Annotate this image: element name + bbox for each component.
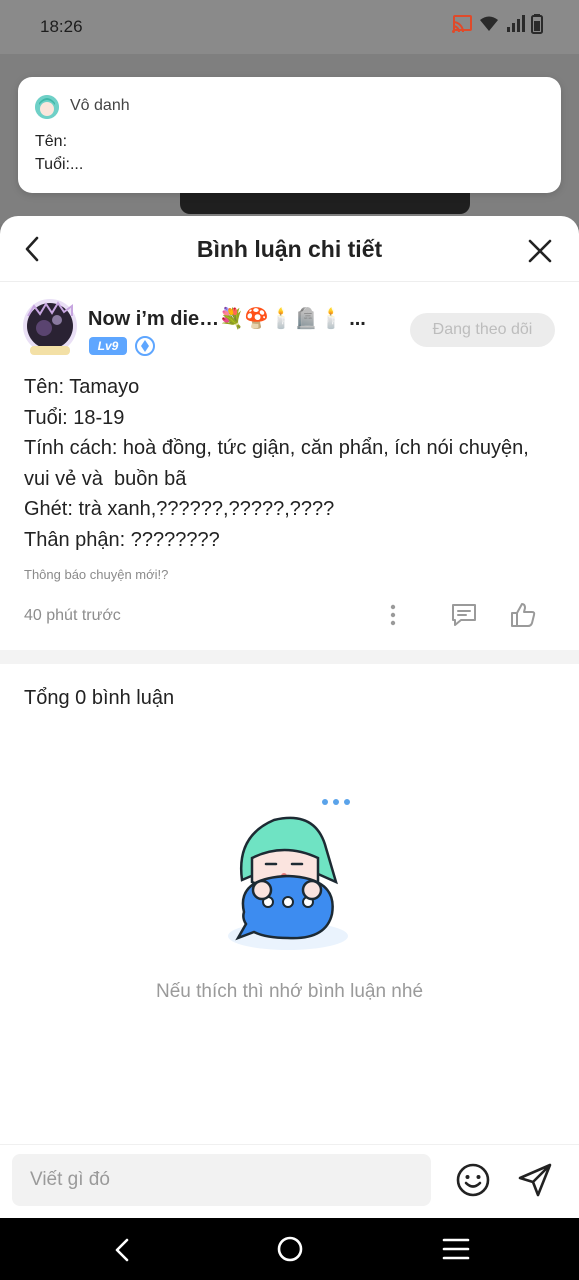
- notification-sender: Vô danh: [70, 97, 130, 114]
- author-name[interactable]: Now i’m die…💐🍄🕯️🪦🕯️ ...: [88, 306, 378, 331]
- nav-recents-button[interactable]: [441, 1236, 471, 1262]
- level-badge: Lv9: [89, 337, 127, 355]
- more-options-button[interactable]: [383, 603, 403, 627]
- comment-input[interactable]: [12, 1154, 431, 1206]
- close-button[interactable]: [527, 238, 553, 264]
- system-nav-bar: [0, 1218, 579, 1280]
- nav-home-button[interactable]: [276, 1235, 304, 1263]
- comment-button[interactable]: [450, 601, 478, 629]
- status-icons: [451, 14, 543, 34]
- nav-menu-icon: [442, 1238, 470, 1260]
- emoji-icon: [456, 1163, 490, 1197]
- comment-input-bar: [0, 1144, 579, 1218]
- battery-icon: [531, 14, 543, 34]
- post-line: Ghét: trà xanh,??????,?????,????: [24, 498, 335, 520]
- thumbs-up-icon: [511, 603, 536, 627]
- status-time: 18:26: [40, 17, 83, 36]
- post-line: Thân phận: ????????: [24, 528, 220, 551]
- post-line: vui vẻ và buồn bã: [24, 467, 187, 490]
- status-bar: 18:26: [0, 0, 579, 54]
- notification-toast[interactable]: Vô danh Tên: Tuổi:...: [18, 77, 561, 193]
- notification-line-1: Tên:: [35, 133, 68, 150]
- sheet-header: Bình luận chi tiết: [0, 216, 579, 282]
- post-timestamp: 40 phút trước: [24, 607, 121, 624]
- cast-icon: [452, 15, 472, 33]
- empty-state-mascot-icon: [226, 798, 360, 954]
- follow-button[interactable]: Đang theo dõi: [410, 313, 555, 347]
- post-line: Tuổi: 18-19: [24, 406, 125, 429]
- nav-home-icon: [277, 1236, 303, 1262]
- like-button[interactable]: [509, 601, 537, 629]
- total-comments-label: Tổng 0 bình luận: [24, 687, 175, 709]
- wifi-icon: [480, 16, 498, 31]
- post-line: Tên: Tamayo: [24, 376, 140, 398]
- post-content: Tên: Tamayo Tuổi: 18-19 Tính cách: hoà đ…: [24, 372, 554, 555]
- section-divider: [0, 650, 579, 664]
- close-icon: [528, 239, 552, 263]
- empty-state-text: Nếu thích thì nhớ bình luận nhé: [155, 981, 424, 1002]
- notification-line-2: Tuổi:...: [35, 156, 84, 173]
- author-avatar[interactable]: [22, 298, 78, 356]
- notification-avatar: [35, 95, 59, 119]
- emoji-button[interactable]: [455, 1162, 491, 1198]
- signal-icon: [507, 15, 525, 32]
- nav-back-icon: [115, 1238, 129, 1262]
- nav-back-button[interactable]: [108, 1235, 138, 1265]
- more-vertical-icon: [390, 604, 396, 626]
- send-button[interactable]: [516, 1161, 554, 1199]
- post-note: Thông báo chuyện mới!?: [24, 567, 169, 582]
- comment-icon: [452, 604, 476, 626]
- comment-detail-sheet: Bình luận chi tiết Now i’m die…💐🍄🕯️🪦🕯️ .…: [0, 216, 579, 1218]
- sheet-title: Bình luận chi tiết: [196, 236, 383, 262]
- post-line: Tính cách: hoà đồng, tức giận, căn phẩn,…: [24, 437, 529, 459]
- send-icon: [518, 1163, 552, 1197]
- verified-icon: [135, 336, 155, 356]
